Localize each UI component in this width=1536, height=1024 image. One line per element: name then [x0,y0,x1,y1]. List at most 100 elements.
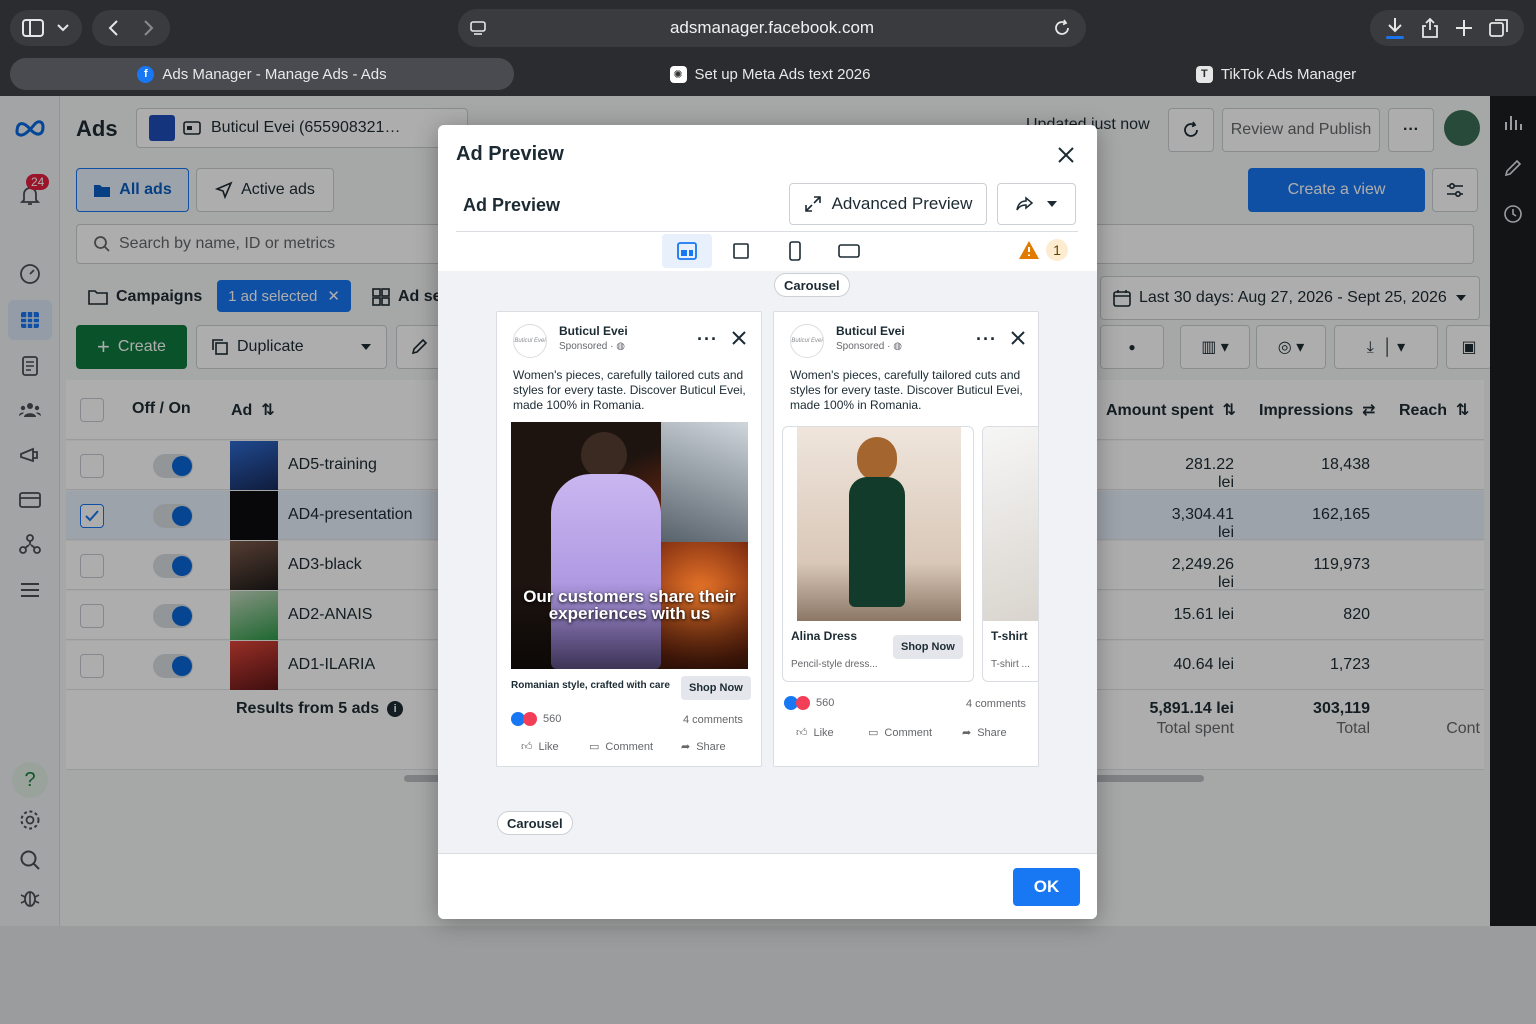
tab-ads-manager[interactable]: f Ads Manager - Manage Ads - Ads [10,58,514,90]
page-name: Buticul Evei [559,324,628,338]
url-text: adsmanager.facebook.com [669,18,875,37]
carousel-preview-card: Buticul Evei Buticul Evei Sponsored · ◍ … [773,311,1039,767]
thumbs-up-icon: 👍︎ [796,727,808,739]
comment-bubble-icon: ▭ [589,741,600,753]
advanced-preview-button[interactable]: Advanced Preview [789,183,987,225]
history-nav [92,10,170,46]
modal-title: Ad Preview [456,143,564,165]
green-dress [849,477,905,607]
browser-chrome: adsmanager.facebook.com f Ads Manager - … [0,0,1536,96]
reload-icon[interactable] [1052,18,1072,38]
like-action[interactable]: 👍︎ Like [521,740,559,754]
chatgpt-icon: ✺ [669,65,687,83]
ad-preview-modal: Ad Preview Ad Preview Advanced Preview 1… [438,125,1097,919]
tab-vertical-placement[interactable] [770,234,820,268]
close-icon[interactable] [731,330,747,346]
feed-layout-icon [677,242,697,260]
share-arrow-icon [1015,196,1033,211]
shop-now-button[interactable]: Shop Now [893,635,963,659]
forward-icon[interactable] [142,19,156,37]
thumbs-up-icon: 👍︎ [521,741,533,753]
carousel-item-desc: T-shirt ... [991,659,1030,670]
carousel-item-2[interactable]: T-shirt T-shirt ... [982,426,1038,682]
tab-landscape-placement[interactable] [824,234,874,268]
warnings-indicator[interactable]: 1 [1018,239,1068,261]
background-banner [661,422,748,542]
tab-setup-meta-ads[interactable]: ✺ Set up Meta Ads text 2026 [520,58,1020,90]
preview-canvas: Carousel Buticul Evei Buticul Evei Spons… [438,271,1097,853]
sponsored-label: Sponsored · ◍ [559,341,625,352]
square-icon [733,243,749,259]
format-label-bottom: Carousel [497,811,573,835]
tab-label: TikTok Ads Manager [1220,65,1357,83]
page-avatar: Buticul Evei [790,324,824,358]
tab-tiktok-ads[interactable]: T TikTok Ads Manager [1026,58,1526,90]
tab-label: Ads Manager - Manage Ads - Ads [162,65,387,83]
model-hair [857,437,897,481]
page-name: Buticul Evei [836,324,905,338]
sidebar-toggle-button[interactable] [10,10,82,46]
share-arrow-icon: ➦ [681,741,691,753]
warning-icon [1019,241,1039,259]
modal-footer: OK [438,853,1097,919]
model-head [581,432,627,478]
new-tab-icon[interactable] [1454,18,1474,38]
ad-headline: Romanian style, crafted with care [511,680,670,691]
warning-count: 1 [1046,239,1068,261]
ok-button[interactable]: OK [1013,868,1080,906]
back-icon[interactable] [106,19,120,37]
tiktok-icon: T [1195,65,1213,83]
comment-bubble-icon: ▭ [868,727,879,739]
page-avatar: Buticul Evei [513,324,547,358]
share-action[interactable]: ➦ Share [681,740,726,754]
carousel-item-title: T-shirt [991,629,1028,643]
facebook-icon: f [137,65,155,83]
ad-primary-text: Women's pieces, carefully tailored cuts … [513,368,746,412]
phone-icon [789,241,801,261]
globe-icon: ◍ [893,341,902,352]
tab-feed-placement[interactable] [662,234,712,268]
love-reaction-icon [523,712,537,726]
carousel-item-1[interactable]: Alina Dress Pencil-style dress... Shop N… [782,426,974,682]
ad-primary-text: Women's pieces, carefully tailored cuts … [790,368,1023,412]
reactions-summary[interactable]: 560 [784,696,834,710]
ad-creative-image: Our customers share their experiences wi… [511,422,748,669]
more-dots-icon[interactable]: ··· [697,329,718,350]
share-icon[interactable] [1420,17,1440,39]
feed-preview-card: Buticul Evei Buticul Evei Sponsored · ◍ … [496,311,762,767]
comment-action[interactable]: ▭ Comment [868,726,932,740]
close-icon[interactable] [1010,330,1026,346]
share-preview-button[interactable] [997,183,1076,225]
expand-icon [804,196,821,212]
tab-overview-icon[interactable] [1488,17,1510,39]
love-reaction-icon [796,696,810,710]
shop-now-button[interactable]: Shop Now [681,676,751,700]
sponsored-label: Sponsored · ◍ [836,341,902,352]
browser-actions [1370,10,1524,46]
chevron-down-icon [57,24,69,32]
header-divider [456,231,1078,232]
comments-count[interactable]: 4 comments [683,714,743,726]
more-dots-icon[interactable]: ··· [976,329,997,350]
download-icon[interactable] [1384,16,1406,40]
image-caption: Our customers share their experiences wi… [523,587,736,623]
tab-bar: f Ads Manager - Manage Ads - Ads ✺ Set u… [0,56,1536,92]
sidebar-icon [22,19,44,37]
like-action[interactable]: 👍︎ Like [796,726,834,740]
comment-action[interactable]: ▭ Comment [589,740,653,754]
reactions-summary[interactable]: 560 [511,712,561,726]
globe-icon: ◍ [616,341,625,352]
carousel-item-desc: Pencil-style dress... [791,659,878,670]
page-settings-icon[interactable] [468,18,488,38]
close-icon[interactable] [1054,143,1078,167]
address-bar[interactable]: adsmanager.facebook.com [458,9,1086,47]
landscape-icon [838,244,860,258]
tab-square-placement[interactable] [716,234,766,268]
browser-toolbar: adsmanager.facebook.com [0,0,1536,56]
carousel-image-tshirt [983,427,1038,621]
tab-label: Set up Meta Ads text 2026 [694,65,871,83]
preview-subtitle: Ad Preview [463,195,561,215]
comments-count[interactable]: 4 comments [966,698,1026,710]
share-action[interactable]: ➦ Share [962,726,1007,740]
carousel-item-title: Alina Dress [791,629,858,643]
